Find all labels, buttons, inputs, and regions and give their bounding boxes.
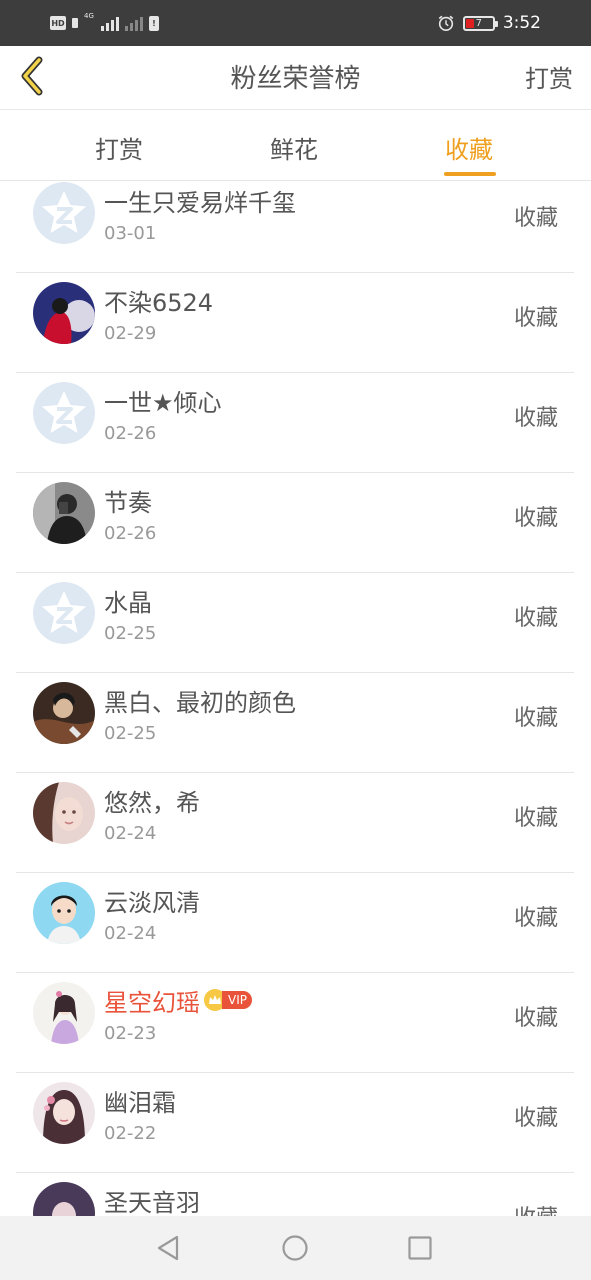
- favorite-date: 02-24: [104, 823, 157, 844]
- tab-bar: 打赏 鲜花 收藏: [0, 110, 591, 181]
- network-type-label: 4G: [84, 12, 94, 20]
- nav-recents-button[interactable]: [404, 1232, 436, 1264]
- default-qq-avatar: [33, 182, 95, 244]
- battery-level-fill: [465, 18, 474, 28]
- cartoon-avatar: [33, 882, 95, 944]
- favorite-label: 收藏: [513, 806, 558, 831]
- default-qq-avatar: [33, 582, 95, 644]
- favorite-date: 02-26: [104, 523, 157, 544]
- back-triangle-icon: [157, 1235, 179, 1261]
- user-photo-avatar: [33, 282, 95, 344]
- user-name: 云淡风清: [104, 888, 200, 917]
- favorite-date: 03-01: [104, 223, 157, 244]
- alarm-clock-icon: [438, 15, 454, 32]
- tab-flowers[interactable]: 鲜花: [270, 130, 318, 165]
- signal-strength-secondary-icon: [124, 15, 143, 31]
- signal-strength-icon: [100, 15, 119, 31]
- active-tab-indicator: [444, 172, 496, 176]
- user-name: 圣天音羽: [104, 1188, 200, 1217]
- favorite-label: 收藏: [513, 906, 558, 931]
- battery-icon: 7: [462, 15, 498, 31]
- status-bar-left: HD 4G !: [50, 12, 159, 34]
- fan-list[interactable]: 一生只爱易烊千玺 03-01 收藏 不染6524 02-29 收藏 一世★倾心 …: [0, 182, 591, 1216]
- favorite-label: 收藏: [513, 306, 558, 331]
- hd-icon: HD: [50, 16, 66, 30]
- tab-reward[interactable]: 打赏: [95, 130, 143, 165]
- hd-volte-icon: [72, 18, 78, 28]
- list-item[interactable]: 黑白、最初的颜色 02-25 收藏: [16, 673, 574, 773]
- list-item[interactable]: 圣天音羽 收藏: [16, 1173, 574, 1216]
- favorite-date: 02-25: [104, 723, 157, 744]
- vip-badge: VIP: [204, 989, 252, 1011]
- battery-level: 7: [475, 17, 482, 29]
- favorite-date: 02-26: [104, 423, 157, 444]
- favorite-label: 收藏: [513, 1106, 558, 1131]
- list-item[interactable]: 悠然，希 02-24 收藏: [16, 773, 574, 873]
- page-title: 粉丝荣誉榜: [230, 64, 361, 94]
- nav-home-button[interactable]: [279, 1232, 311, 1264]
- status-time: 3:52: [502, 13, 541, 33]
- favorite-label: 收藏: [513, 606, 558, 631]
- user-photo-avatar: [33, 1182, 95, 1216]
- tab-favorites[interactable]: 收藏: [445, 130, 493, 165]
- app-header: 粉丝荣誉榜 打赏: [0, 46, 591, 110]
- user-name: 一生只爱易烊千玺: [104, 188, 296, 217]
- list-item[interactable]: 幽泪霜 02-22 收藏: [16, 1073, 574, 1173]
- user-name: 水晶: [104, 588, 152, 617]
- favorite-label: 收藏: [513, 506, 558, 531]
- system-nav-bar: [0, 1216, 591, 1280]
- favorite-label: 收藏: [513, 706, 558, 731]
- default-qq-avatar: [33, 382, 95, 444]
- user-photo-avatar: [33, 1082, 95, 1144]
- user-name: 幽泪霜: [104, 1088, 176, 1117]
- user-name: 不染6524: [104, 288, 214, 317]
- user-photo-avatar: [33, 982, 95, 1044]
- list-item[interactable]: 一生只爱易烊千玺 03-01 收藏: [16, 182, 574, 273]
- favorite-date: 02-25: [104, 623, 157, 644]
- list-item[interactable]: 节奏 02-26 收藏: [16, 473, 574, 573]
- list-item[interactable]: 星空幻瑶 VIP 02-23 收藏: [16, 973, 574, 1073]
- vip-label: VIP: [222, 991, 252, 1009]
- favorite-label: 收藏: [513, 206, 558, 231]
- status-bar: HD 4G ! 7 3:52: [0, 0, 591, 46]
- user-name: 黑白、最初的颜色: [104, 688, 296, 717]
- user-photo-avatar: [33, 682, 95, 744]
- list-item[interactable]: 水晶 02-25 收藏: [16, 573, 574, 673]
- recents-square-icon: [408, 1236, 432, 1260]
- list-item[interactable]: 一世★倾心 02-26 收藏: [16, 373, 574, 473]
- favorite-label: 收藏: [513, 1006, 558, 1031]
- favorite-date: 02-29: [104, 323, 157, 344]
- reward-button[interactable]: 打赏: [525, 59, 573, 94]
- favorite-date: 02-22: [104, 1123, 157, 1144]
- favorite-label: 收藏: [513, 406, 558, 431]
- user-photo-avatar: [33, 782, 95, 844]
- user-name: 悠然，希: [104, 788, 200, 817]
- user-name: 节奏: [104, 488, 152, 517]
- list-item[interactable]: 不染6524 02-29 收藏: [16, 273, 574, 373]
- user-photo-avatar: [33, 482, 95, 544]
- favorite-label: 收藏: [514, 1200, 558, 1216]
- user-name: 一世★倾心: [104, 388, 222, 417]
- favorite-date: 02-24: [104, 923, 157, 944]
- list-item[interactable]: 云淡风清 02-24 收藏: [16, 873, 574, 973]
- nav-back-button[interactable]: [152, 1232, 184, 1264]
- home-circle-icon: [282, 1235, 308, 1261]
- status-bar-right: 7 3:52: [437, 10, 541, 36]
- user-name: 星空幻瑶: [104, 988, 200, 1017]
- sim-alert-icon: !: [148, 15, 159, 31]
- favorite-date: 02-23: [104, 1023, 157, 1044]
